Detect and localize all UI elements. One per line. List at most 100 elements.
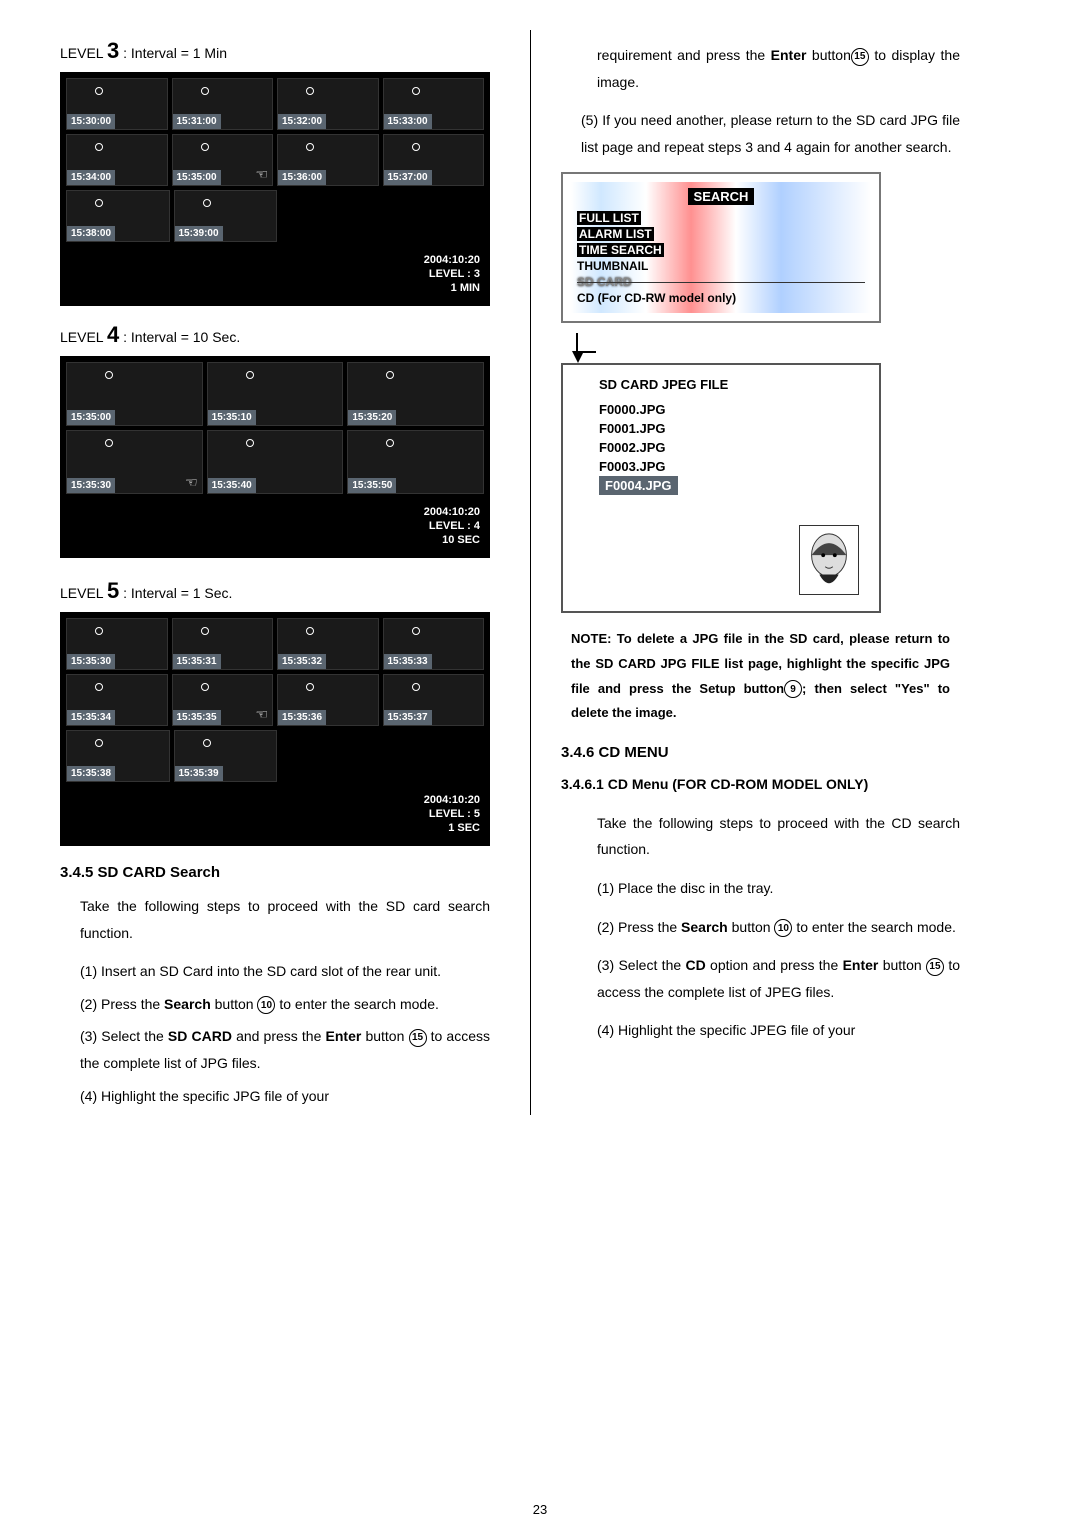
search-menu-title: SEARCH bbox=[688, 188, 755, 205]
timestamp: 15:35:50 bbox=[348, 478, 396, 493]
sd-box-title: SD CARD JPEG FILE bbox=[575, 377, 867, 392]
hand-cursor-icon: ☜ bbox=[255, 706, 268, 723]
step-text: and press the bbox=[232, 1028, 326, 1044]
thumb-cell: 15:35:31 bbox=[172, 618, 274, 670]
search-menu-box: SEARCH FULL LIST ALARM LIST TIME SEARCH … bbox=[561, 172, 881, 323]
info-interval: 1 SEC bbox=[70, 822, 480, 834]
hand-cursor-icon: ☜ bbox=[185, 474, 198, 491]
thumb-cell: 15:37:00 bbox=[383, 134, 485, 186]
menu-item-time-search: TIME SEARCH bbox=[577, 243, 865, 257]
timestamp: 15:31:00 bbox=[173, 114, 221, 129]
file-item-selected: F0004.JPG bbox=[599, 476, 678, 495]
step-bold: SD CARD bbox=[168, 1028, 232, 1044]
thumb-cell: 15:35:50 bbox=[347, 430, 484, 494]
thumb-cell: 15:35:20 bbox=[347, 362, 484, 426]
info-interval: 1 MIN bbox=[70, 282, 480, 294]
timestamp: 15:35:33 bbox=[384, 654, 432, 669]
level3-title: LEVEL 3 : Interval = 1 Min bbox=[60, 38, 490, 64]
step-num: (2) bbox=[80, 996, 97, 1012]
step-bold: Enter bbox=[326, 1028, 362, 1044]
timestamp: 15:35:38 bbox=[67, 766, 115, 781]
timestamp: 15:32:00 bbox=[278, 114, 326, 129]
cont-mid: button bbox=[806, 47, 850, 63]
button-num-icon: 9 bbox=[784, 680, 802, 698]
grid-info: 2004:10:20 LEVEL : 4 10 SEC bbox=[60, 500, 490, 558]
level4-grid: 15:35:00 15:35:10 15:35:20 15:35:30☜ 15:… bbox=[60, 356, 490, 558]
grid-info: 2004:10:20 LEVEL : 5 1 SEC bbox=[60, 788, 490, 846]
thumb-cell: 15:35:00 bbox=[66, 362, 203, 426]
step-5: (5) If you need another, please return t… bbox=[561, 107, 960, 160]
thumb-cell: 15:35:33 bbox=[383, 618, 485, 670]
step-text: button bbox=[361, 1028, 408, 1044]
level4-title: LEVEL 4 : Interval = 10 Sec. bbox=[60, 322, 490, 348]
step-text: to enter the search mode. bbox=[792, 919, 955, 935]
timestamp: 15:36:00 bbox=[278, 170, 326, 185]
timestamp: 15:35:30 bbox=[67, 478, 115, 493]
page-number: 23 bbox=[0, 1502, 1080, 1517]
level4-pre: LEVEL bbox=[60, 329, 107, 345]
thumb-cell: 15:33:00 bbox=[383, 78, 485, 130]
step-text: button bbox=[211, 996, 258, 1012]
step-num: (3) bbox=[80, 1028, 97, 1044]
sd-search-intro: Take the following steps to proceed with… bbox=[60, 893, 490, 946]
file-item: F0001.JPG bbox=[599, 421, 867, 436]
cont-pre: requirement and press the bbox=[597, 47, 771, 63]
timestamp: 15:38:00 bbox=[67, 226, 115, 241]
timestamp: 15:35:39 bbox=[175, 766, 223, 781]
step-bold: Search bbox=[681, 919, 728, 935]
info-date: 2004:10:20 bbox=[70, 794, 480, 806]
thumb-cell: 15:39:00 bbox=[174, 190, 278, 242]
timestamp: 15:35:00 bbox=[173, 170, 221, 185]
note-text: NOTE: To delete a JPG file in the SD car… bbox=[571, 627, 950, 726]
thumb-cell: 15:35:34 bbox=[66, 674, 168, 726]
menu-label: ALARM LIST bbox=[577, 227, 654, 241]
timestamp: 15:33:00 bbox=[384, 114, 432, 129]
info-interval: 10 SEC bbox=[70, 534, 480, 546]
step-text: Highlight the specific JPG file of your bbox=[101, 1088, 329, 1104]
timestamp: 15:34:00 bbox=[67, 170, 115, 185]
timestamp: 15:37:00 bbox=[384, 170, 432, 185]
button-num-icon: 15 bbox=[851, 48, 869, 66]
hand-cursor-icon: ☜ bbox=[255, 166, 268, 183]
cd-step-4: (4) Highlight the specific JPEG file of … bbox=[561, 1017, 960, 1044]
cd-step-2: (2) Press the Search button 10 to enter … bbox=[561, 914, 960, 941]
thumb-cell: 15:32:00 bbox=[277, 78, 379, 130]
step-3: (3) Select the SD CARD and press the Ent… bbox=[80, 1023, 490, 1076]
step-4: (4) Highlight the specific JPG file of y… bbox=[80, 1083, 490, 1110]
button-num-icon: 10 bbox=[774, 919, 792, 937]
button-num-icon: 15 bbox=[409, 1029, 427, 1047]
sd-jpeg-box: SD CARD JPEG FILE F0000.JPG F0001.JPG F0… bbox=[561, 363, 881, 613]
info-level: LEVEL : 4 bbox=[70, 520, 480, 532]
preview-image bbox=[799, 525, 859, 595]
button-num-icon: 10 bbox=[257, 996, 275, 1014]
level4-post: : Interval = 10 Sec. bbox=[119, 329, 240, 345]
menu-item-full-list: FULL LIST bbox=[577, 211, 865, 225]
thumb-cell: 15:34:00 bbox=[66, 134, 168, 186]
step-bold: CD bbox=[685, 957, 705, 973]
thumb-cell: 15:36:00 bbox=[277, 134, 379, 186]
step-text: (3) Select the bbox=[597, 957, 685, 973]
level3-grid: 15:30:00 15:31:00 15:32:00 15:33:00 15:3… bbox=[60, 72, 490, 306]
button-num-icon: 15 bbox=[926, 958, 944, 976]
thumb-cell: 15:35:30 bbox=[66, 618, 168, 670]
thumb-cell: 15:35:39 bbox=[174, 730, 278, 782]
timestamp: 15:35:37 bbox=[384, 710, 432, 725]
timestamp: 15:35:36 bbox=[278, 710, 326, 725]
thumb-cell: 15:35:30 ☜ bbox=[66, 430, 203, 494]
step-text: button bbox=[728, 919, 775, 935]
arrow-down-icon bbox=[576, 333, 596, 353]
timestamp: 15:35:34 bbox=[67, 710, 115, 725]
timestamp: 15:39:00 bbox=[175, 226, 223, 241]
timestamp: 15:30:00 bbox=[67, 114, 115, 129]
cd-menu-heading: 3.4.6 CD MENU bbox=[561, 744, 960, 761]
timestamp: 15:35:35 bbox=[173, 710, 221, 725]
file-item: F0003.JPG bbox=[599, 459, 867, 474]
step-text: If you need another, please return to th… bbox=[581, 112, 960, 155]
info-level: LEVEL : 3 bbox=[70, 268, 480, 280]
menu-label: TIME SEARCH bbox=[577, 243, 664, 257]
grid-info: 2004:10:20 LEVEL : 3 1 MIN bbox=[60, 248, 490, 306]
level5-pre: LEVEL bbox=[60, 585, 107, 601]
step-1: (1) Insert an SD Card into the SD card s… bbox=[80, 958, 490, 985]
step-text: Insert an SD Card into the SD card slot … bbox=[101, 963, 441, 979]
thumb-cell: 15:31:00 bbox=[172, 78, 274, 130]
